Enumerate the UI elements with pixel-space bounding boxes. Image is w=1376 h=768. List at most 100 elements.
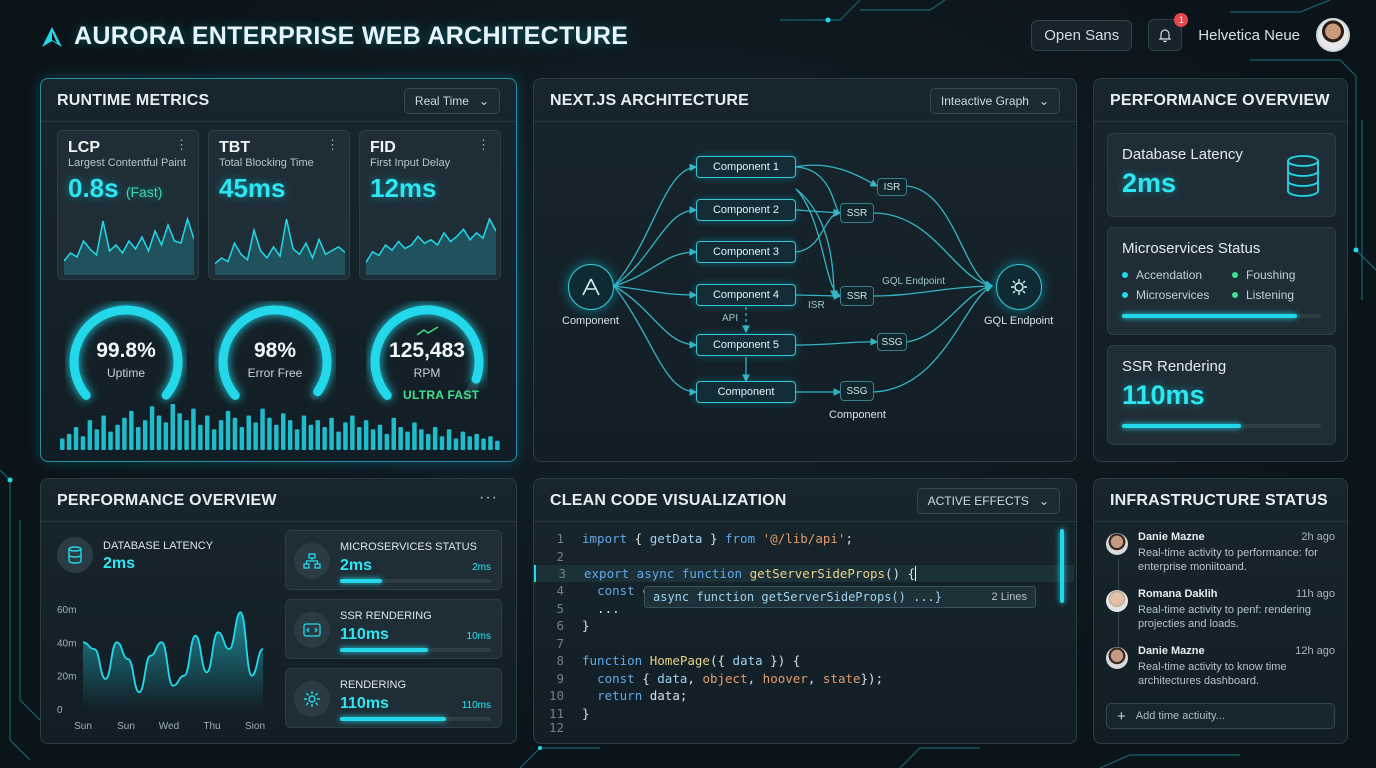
code-line-active: 3 export async function getServerSideProp… — [534, 565, 1074, 582]
card-label: Database Latency — [1122, 146, 1243, 163]
isr-tag[interactable]: ISR — [877, 178, 907, 196]
card-label: Microservices Status — [1122, 240, 1261, 257]
chevron-down-icon: ⌄ — [478, 94, 489, 108]
wave-bar — [467, 436, 472, 450]
wave-bar — [267, 417, 272, 450]
wave-bar — [94, 429, 99, 450]
wave-bar — [239, 427, 245, 450]
ssg-tag[interactable]: SSG — [877, 333, 907, 351]
wave-bar — [198, 424, 203, 450]
component-node-3[interactable]: Component 3 — [696, 241, 796, 263]
card-title: RENDERING — [340, 679, 407, 691]
more-vertical-icon[interactable]: ⋮ — [175, 137, 188, 153]
component-node-4[interactable]: Component 4 — [696, 284, 796, 306]
ssg-tag[interactable]: SSG — [840, 381, 874, 401]
microservices-status-card[interactable]: Microservices Status Accendation Foushin… — [1107, 227, 1336, 335]
more-horizontal-icon[interactable]: ··· — [479, 489, 498, 507]
wave-bar — [384, 433, 390, 450]
wave-bar — [329, 417, 334, 450]
ssr-tag[interactable]: SSR — [840, 286, 874, 306]
user-avatar[interactable] — [1316, 18, 1350, 52]
database-icon-wrap — [57, 537, 93, 573]
database-latency-card[interactable]: Database Latency 2ms — [1107, 133, 1336, 217]
font-selector-button[interactable]: Open Sans — [1031, 19, 1133, 51]
x-tick-label: Thu — [203, 721, 220, 732]
metric-card-fid[interactable]: FID ⋮ First Input Delay 12ms — [359, 130, 501, 280]
edge-label-isr: ISR — [808, 300, 825, 311]
chevron-down-icon: ⌄ — [1038, 494, 1049, 508]
wave-bar — [205, 415, 210, 450]
panel-divider — [41, 521, 516, 522]
component-node-6[interactable]: Component — [696, 381, 796, 403]
wave-bar — [287, 420, 293, 450]
notifications-button[interactable]: 1 — [1148, 13, 1189, 51]
wave-bar — [446, 429, 452, 450]
ssr-rendering-card[interactable]: SSR Rendering 110ms — [1107, 345, 1336, 445]
dropdown-value: Real Time — [414, 94, 469, 108]
activity-item[interactable]: Danie Mazne 12h ago Real-time activity t… — [1106, 645, 1335, 695]
code-line: 2 — [556, 549, 564, 564]
component-node-5[interactable]: Component 5 — [696, 334, 796, 356]
tooltip-line-count: 2 Lines — [991, 591, 1027, 603]
wave-bar — [315, 420, 320, 450]
gauge-label: Error Free — [247, 366, 303, 380]
component-node-1[interactable]: Component 1 — [696, 156, 796, 178]
service-item: Microservices — [1122, 288, 1209, 302]
sparkline-area — [366, 219, 496, 275]
microservices-status-card[interactable]: MICROSERVICES STATUS 2ms 2ms — [285, 530, 502, 590]
activity-avatar — [1106, 590, 1128, 612]
wave-bar — [191, 408, 196, 450]
gql-endpoint-node[interactable] — [996, 264, 1042, 310]
component-node-2[interactable]: Component 2 — [696, 199, 796, 221]
more-horizontal-icon[interactable]: ··· — [1310, 489, 1329, 507]
source-node-label: Component — [562, 315, 619, 327]
metric-card-lcp[interactable]: LCP ⋮ Largest Contentful Paint 0.8s (Fas… — [57, 130, 199, 280]
card-label: SSR Rendering — [1122, 358, 1227, 375]
sparkline-area — [64, 219, 194, 275]
wave-bar — [301, 415, 307, 450]
progress-fill — [1122, 314, 1298, 318]
progress-fill — [340, 579, 383, 583]
code-line: 8 function HomePage({ data }) { — [556, 653, 801, 668]
source-component-node[interactable] — [568, 264, 614, 310]
wave-bar — [225, 410, 231, 450]
ssr-rendering-card[interactable]: SSR RENDERING 110ms 10ms — [285, 599, 502, 659]
card-progress-bar — [340, 717, 491, 721]
wave-bar — [281, 413, 286, 450]
metric-value: 12ms — [370, 173, 437, 203]
metric-card-tbt[interactable]: TBT ⋮ Total Blocking Time 45ms — [208, 130, 350, 280]
db-latency-label: DATABASE LATENCY — [103, 540, 214, 552]
trend-up-icon — [416, 326, 439, 336]
code-fold-tooltip[interactable]: async function getServerSideProps() ...}… — [644, 586, 1036, 608]
card-title: SSR RENDERING — [340, 610, 432, 622]
card-value: 2ms — [1122, 168, 1177, 198]
add-activity-input[interactable]: + Add time actiuity... — [1106, 703, 1335, 729]
gear-icon — [304, 691, 320, 707]
runtime-range-dropdown[interactable]: Real Time ⌄ — [403, 88, 500, 114]
rendering-card[interactable]: RENDERING 110ms 110ms — [285, 668, 502, 728]
nextjs-architecture-panel: NEXT.JS ARCHITECTURE Inteactive Graph ⌄ C… — [533, 78, 1077, 462]
service-item: Accendation — [1122, 268, 1202, 282]
editor-scrollbar[interactable] — [1060, 529, 1064, 603]
wave-bar — [115, 424, 120, 450]
gauge-label: RPM — [413, 366, 441, 380]
metric-value-text: 0.8s — [68, 173, 119, 203]
wave-bar — [211, 429, 217, 450]
more-vertical-icon[interactable]: ⋮ — [326, 137, 339, 153]
performance-overview-chart-panel: PERFORMANCE OVERVIEW ··· DATABASE LATENC… — [40, 478, 517, 744]
database-icon — [1287, 155, 1319, 197]
ssr-tag[interactable]: SSR — [840, 203, 874, 223]
wave-bar — [412, 422, 417, 450]
panel-divider — [1094, 521, 1347, 522]
activity-item[interactable]: Romana Daklih 11h ago Real-time activity… — [1106, 588, 1335, 638]
network-icon-wrap — [294, 543, 330, 579]
wave-bar — [73, 427, 79, 450]
wave-bar — [426, 433, 431, 450]
activity-time: 12h ago — [1295, 645, 1335, 657]
more-vertical-icon[interactable]: ⋮ — [477, 137, 490, 153]
activity-item[interactable]: Danie Mazne 2h ago Real-time activity to… — [1106, 531, 1335, 581]
effects-dropdown[interactable]: ACTIVE EFFECTS ⌄ — [916, 488, 1060, 514]
wave-bar — [481, 438, 486, 450]
wave-bar — [350, 415, 355, 450]
y-tick-label: 20m — [57, 672, 76, 683]
